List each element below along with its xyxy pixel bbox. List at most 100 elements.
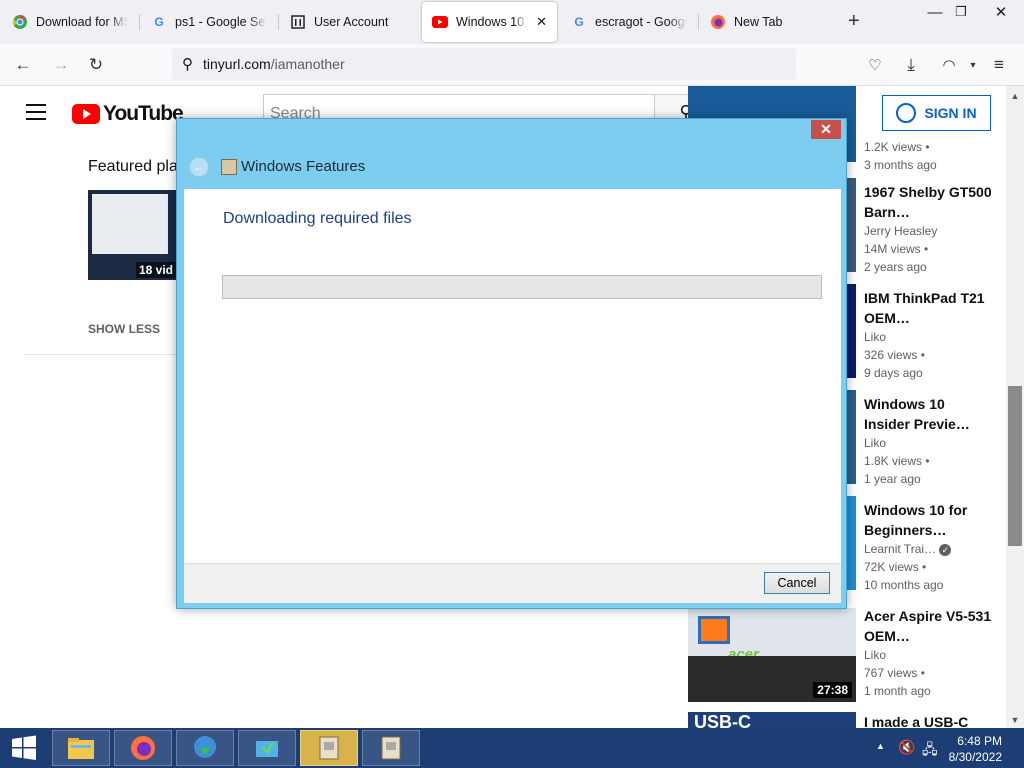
video-thumbnail[interactable]: acer 27:38 xyxy=(688,608,856,702)
youtube-icon xyxy=(432,14,448,30)
video-age: 1 year ago xyxy=(864,472,921,486)
reload-icon[interactable]: ↻ xyxy=(83,52,109,78)
youtube-logo[interactable]: YouTube xyxy=(72,102,184,126)
thumbnail-text: USB-C xyxy=(694,712,751,728)
firefox-icon xyxy=(710,14,726,30)
tab-user-account[interactable]: User Account xyxy=(280,2,418,42)
taskbar-installer[interactable] xyxy=(238,730,296,766)
video-channel: Liko xyxy=(864,648,887,662)
user-icon xyxy=(896,103,917,123)
video-channel: Liko xyxy=(864,436,887,450)
installer-icon xyxy=(256,741,278,757)
video-info[interactable]: 1967 Shelby GT500 Barn… Jerry Heasley 14… xyxy=(864,182,992,276)
video-views: 1.8K views • xyxy=(864,454,930,468)
tab-divider xyxy=(698,14,699,30)
browser-nav-bar: ← → ↻ ⚲ tinyurl.com/iamanother ♡ ⤓ ◠ ▾ ≡ xyxy=(0,44,1024,86)
windows-features-icon xyxy=(221,159,237,175)
video-info[interactable]: IBM ThinkPad T21 OEM… Liko 326 views • 9… xyxy=(864,288,992,382)
show-less-button[interactable]: SHOW LESS xyxy=(88,322,160,336)
cancel-button[interactable]: Cancel xyxy=(764,572,830,594)
tab-divider xyxy=(278,14,279,30)
tab-divider xyxy=(139,14,140,30)
taskbar-download-manager[interactable] xyxy=(176,730,234,766)
show-hidden-icons-chevron-icon[interactable]: ▲ xyxy=(876,741,885,751)
account-sync-icon[interactable]: ◠ xyxy=(936,52,962,78)
close-tab-icon[interactable]: ✕ xyxy=(536,14,547,30)
building-icon xyxy=(290,14,306,30)
tab-label: Windows 10 Te xyxy=(456,15,528,29)
windows-taskbar: ▲ 🔇 🖧 6:48 PM 8/30/2022 xyxy=(0,728,1024,768)
tab-ps1-google[interactable]: G ps1 - Google Search xyxy=(141,2,277,42)
tab-download-msn[interactable]: Download for MSN xyxy=(2,2,138,42)
pocket-icon[interactable]: ♡ xyxy=(862,52,888,78)
video-age: 2 years ago xyxy=(864,260,927,274)
back-arrow-icon[interactable]: ← xyxy=(189,157,209,177)
start-button[interactable] xyxy=(0,728,48,768)
video-channel: Jerry Heasley xyxy=(864,224,938,238)
google-icon: G xyxy=(574,15,584,29)
network-icon[interactable]: 🖧 xyxy=(922,739,938,763)
playlist-thumbnail[interactable]: 18 vid xyxy=(88,190,178,280)
tab-label: User Account xyxy=(314,15,389,29)
google-icon: G xyxy=(154,15,164,29)
dialog-title: Windows Features xyxy=(241,158,366,175)
video-duration: 27:38 xyxy=(813,682,852,698)
video-title: Acer Aspire V5-531 OEM… xyxy=(864,608,992,644)
forward-arrow-icon[interactable]: → xyxy=(48,52,74,78)
new-tab-plus-icon[interactable]: + xyxy=(848,10,860,33)
taskbar-file-explorer[interactable] xyxy=(52,730,110,766)
volume-muted-icon[interactable]: 🔇 xyxy=(898,739,915,756)
taskbar-firefox[interactable] xyxy=(114,730,172,766)
tab-label: New Tab xyxy=(734,15,783,29)
tab-label: escragot - Google xyxy=(595,15,687,29)
video-views: 72K views • xyxy=(864,560,927,574)
taskbar-windows-features-active[interactable] xyxy=(300,730,358,766)
system-tray: ▲ 🔇 🖧 6:48 PM 8/30/2022 xyxy=(868,728,1024,768)
windows-features-dialog: ✕ ← Windows Features Downloading require… xyxy=(176,118,847,609)
featured-playlists-heading: Featured pla xyxy=(88,158,178,175)
download-progress-bar xyxy=(222,275,822,299)
video-thumbnail[interactable]: USB-C xyxy=(688,712,856,728)
video-title: Windows 10 for Beginners… xyxy=(864,502,968,538)
scroll-up-arrow-icon[interactable]: ▲ xyxy=(1006,88,1024,104)
back-arrow-icon[interactable]: ← xyxy=(10,52,36,78)
video-age: 1 month ago xyxy=(864,684,931,698)
close-window-icon[interactable]: ✕ xyxy=(984,0,1018,24)
video-channel-row: Learnit Trai… ✓ xyxy=(864,540,992,558)
tab-escragot-google[interactable]: G escragot - Google xyxy=(561,2,697,42)
sign-in-button[interactable]: SIGN IN xyxy=(882,95,991,131)
dialog-body: Downloading required files xyxy=(184,189,841,563)
video-age: 9 days ago xyxy=(864,366,923,380)
dialog-close-button[interactable]: ✕ xyxy=(811,120,841,139)
guide-menu-icon[interactable] xyxy=(26,104,46,120)
dialog-status-heading: Downloading required files xyxy=(223,210,412,227)
scroll-down-arrow-icon[interactable]: ▼ xyxy=(1006,712,1024,728)
address-bar[interactable]: ⚲ tinyurl.com/iamanother xyxy=(172,48,796,80)
video-info[interactable]: Acer Aspire V5-531 OEM… Liko 767 views •… xyxy=(864,606,992,700)
chevron-down-icon[interactable]: ▾ xyxy=(960,52,986,78)
tab-label: Download for MSN xyxy=(36,15,128,29)
downloads-icon[interactable]: ⤓ xyxy=(898,52,924,78)
video-channel: Learnit Trai… xyxy=(864,542,937,556)
video-title: I made a USB-C xyxy=(864,714,969,728)
video-views: 767 views • xyxy=(864,666,925,680)
video-age: 3 months ago xyxy=(864,158,937,172)
video-title: 1967 Shelby GT500 Barn… xyxy=(864,184,992,220)
restore-window-icon[interactable]: ❐ xyxy=(944,0,978,24)
video-info[interactable]: Windows 10 for Beginners… Learnit Trai… … xyxy=(864,500,992,594)
menu-hamburger-icon[interactable]: ≡ xyxy=(986,52,1012,78)
video-channel: Liko xyxy=(864,330,887,344)
video-info[interactable]: 1.2K views • 3 months ago xyxy=(864,138,992,174)
globe-download-icon xyxy=(194,736,216,758)
url-host: tinyurl.com xyxy=(203,56,271,72)
clock-time: 6:48 PM xyxy=(957,734,1002,748)
video-info[interactable]: Windows 10 Insider Previe… Liko 1.8K vie… xyxy=(864,394,992,488)
taskbar-clock[interactable]: 6:48 PM 8/30/2022 xyxy=(949,733,1002,765)
video-age: 10 months ago xyxy=(864,578,944,592)
tab-windows10-youtube[interactable]: Windows 10 Te ✕ xyxy=(422,2,557,42)
tab-new-tab[interactable]: New Tab xyxy=(700,2,830,42)
taskbar-windows-features[interactable] xyxy=(362,730,420,766)
scrollbar-thumb[interactable] xyxy=(1008,386,1022,546)
tab-label: ps1 - Google Search xyxy=(175,15,267,29)
video-info[interactable]: I made a USB-C xyxy=(864,712,992,728)
